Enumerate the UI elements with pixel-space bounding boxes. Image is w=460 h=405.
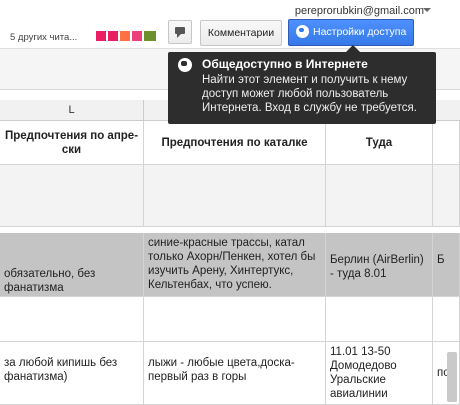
table-cell[interactable]: Берлин (AirBerlin) - туда 8.01: [326, 233, 433, 297]
table-cell[interactable]: за любой кипишь без фанатизма): [0, 342, 144, 405]
table-cell[interactable]: Б: [433, 233, 460, 297]
table-cell[interactable]: [0, 297, 144, 342]
globe-icon: [178, 58, 192, 72]
viewer-avatar[interactable]: [144, 31, 156, 41]
other-viewers-text[interactable]: 5 других чита...: [10, 32, 77, 43]
viewer-avatar[interactable]: [120, 31, 130, 41]
header-cell[interactable]: [433, 121, 460, 165]
header-cell[interactable]: Предпочтения по апре-ски: [0, 121, 144, 165]
header-cell[interactable]: Предпочтения по каталке: [144, 121, 326, 165]
vertical-scrollbar[interactable]: [447, 352, 457, 402]
comments-button[interactable]: Комментарии: [200, 20, 282, 46]
chat-button[interactable]: [168, 20, 192, 44]
globe-icon: [296, 25, 309, 38]
share-tooltip: Общедоступно в Интернете Найти этот элем…: [168, 45, 436, 124]
share-button-label: Настройки доступа: [313, 26, 407, 38]
table-cell[interactable]: [433, 297, 460, 342]
top-bar: pereprorubkin@gmail.com 5 других чита...…: [0, 0, 460, 48]
column-header-l[interactable]: L: [0, 100, 144, 121]
tooltip-body: Найти этот элемент и получить к нему дос…: [202, 74, 417, 114]
table-cell[interactable]: [0, 165, 144, 227]
tooltip-title: Общедоступно в Интернете: [202, 57, 368, 71]
viewer-avatar[interactable]: [96, 31, 106, 41]
spreadsheet-grid: L Предпочтения по апре-ски Предпочтения …: [0, 100, 460, 405]
table-cell[interactable]: [433, 165, 460, 227]
share-settings-button[interactable]: Настройки доступа: [288, 19, 414, 46]
table-cell[interactable]: [326, 297, 433, 342]
table-cell[interactable]: синие-красные трассы, катал только Ахорн…: [144, 233, 326, 297]
account-dropdown-icon[interactable]: [423, 8, 431, 12]
viewer-avatar[interactable]: [132, 31, 142, 41]
column-header[interactable]: [433, 100, 460, 121]
table-cell[interactable]: 11.01 13-50 Домодедово Уральские авиалин…: [326, 342, 433, 405]
account-email[interactable]: pereprorubkin@gmail.com: [295, 5, 424, 17]
table-cell[interactable]: [144, 297, 326, 342]
table-cell[interactable]: обязательно, без фанатизма: [0, 233, 144, 297]
table-cell[interactable]: [326, 165, 433, 227]
table-cell[interactable]: [144, 165, 326, 227]
chat-icon: [175, 27, 185, 34]
table-cell[interactable]: лыжи - любые цвета,доска-первый раз в го…: [144, 342, 326, 405]
header-cell[interactable]: Туда: [326, 121, 433, 165]
viewer-avatar[interactable]: [108, 31, 118, 41]
